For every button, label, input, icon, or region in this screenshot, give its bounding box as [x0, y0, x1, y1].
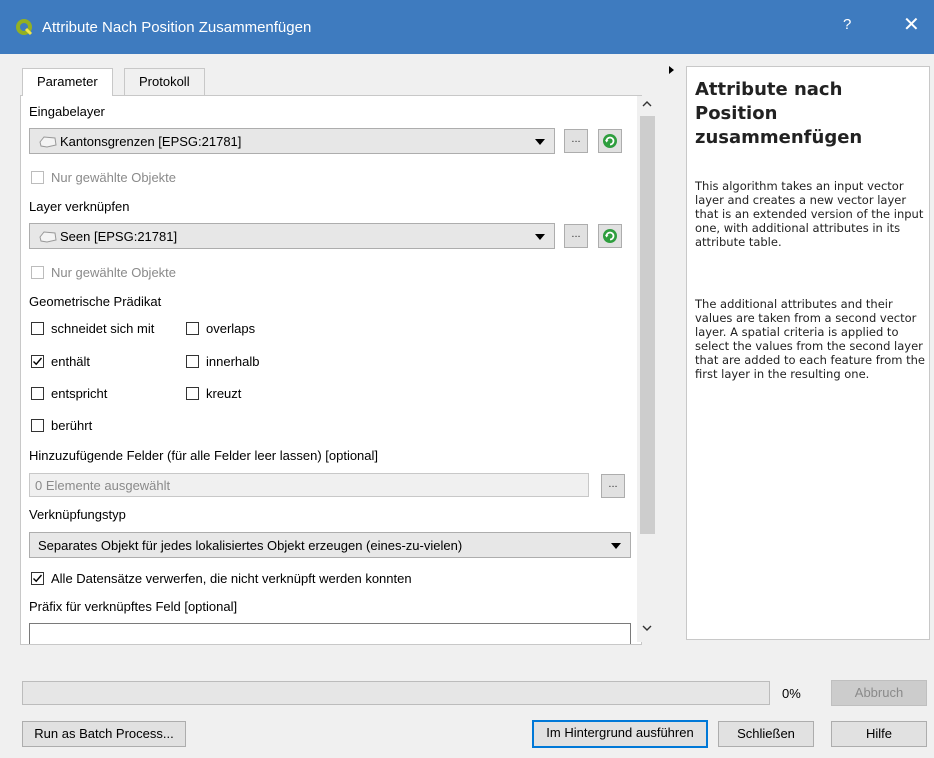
- prefix-label: Präfix für verknüpftes Feld [optional]: [29, 599, 238, 614]
- predicate-overlaps-label: overlaps: [206, 321, 256, 336]
- predicate-equals-checkbox[interactable]: [31, 387, 44, 400]
- join-type-label: Verknüpfungstyp: [29, 507, 126, 522]
- collapse-help-icon[interactable]: [669, 66, 674, 74]
- scroll-down-icon[interactable]: [641, 624, 653, 632]
- help-question-icon[interactable]: ?: [843, 16, 851, 33]
- help-panel: Attribute nach Position zusammenfügen Th…: [686, 66, 930, 640]
- close-icon[interactable]: ✕: [903, 12, 920, 37]
- cancel-button[interactable]: Abbruch: [831, 680, 927, 706]
- progress-bar: [22, 681, 770, 705]
- help-title: Attribute nach Position zusammenfügen: [695, 79, 863, 148]
- predicate-within-checkbox[interactable]: [186, 355, 199, 368]
- input-layer-iterate-button[interactable]: [598, 129, 622, 153]
- predicate-crosses-label: kreuzt: [206, 386, 242, 401]
- chevron-down-icon: [535, 139, 545, 145]
- chevron-down-icon: [535, 234, 545, 240]
- polygon-layer-icon: [39, 231, 57, 243]
- fields-selection-value: 0 Elemente ausgewählt: [35, 478, 171, 493]
- discard-nonmatching-label: Alle Datensätze verwerfen, die nicht ver…: [51, 571, 412, 586]
- scrollbar-thumb[interactable]: [640, 116, 655, 534]
- window-title: Attribute Nach Position Zusammenfügen: [42, 19, 312, 36]
- qgis-logo-icon: [16, 19, 33, 36]
- iterate-icon: [603, 134, 617, 148]
- input-selected-only-label: Nur gewählte Objekte: [51, 170, 177, 185]
- predicate-touches-checkbox[interactable]: [31, 419, 44, 432]
- predicate-contains-label: enthält: [51, 354, 91, 369]
- predicate-within-label: innerhalb: [206, 354, 260, 369]
- prefix-input[interactable]: [29, 623, 631, 644]
- discard-nonmatching-checkbox[interactable]: [31, 572, 44, 585]
- predicate-label: Geometrische Prädikat: [29, 294, 162, 309]
- iterate-icon: [603, 229, 617, 243]
- predicate-touches-label: berührt: [51, 418, 93, 433]
- help-paragraph-1: This algorithm takes an input vector lay…: [695, 179, 924, 249]
- chevron-down-icon: [611, 543, 621, 549]
- input-layer-label: Eingabelayer: [29, 104, 105, 119]
- join-type-value: Separates Objekt für jedes lokalisiertes…: [38, 538, 463, 553]
- input-selected-only-checkbox[interactable]: [31, 171, 44, 184]
- polygon-layer-icon: [39, 136, 57, 148]
- tab-parameter[interactable]: Parameter: [22, 68, 113, 96]
- parameter-panel: Eingabelayer Kantonsgrenzen [EPSG:21781]…: [20, 95, 642, 645]
- join-layer-value: Seen [EPSG:21781]: [60, 229, 178, 244]
- fields-selection-field[interactable]: 0 Elemente ausgewählt: [29, 473, 589, 497]
- predicate-intersects-checkbox[interactable]: [31, 322, 44, 335]
- predicate-equals-label: entspricht: [51, 386, 108, 401]
- predicate-intersects-label: schneidet sich mit: [51, 321, 155, 336]
- join-layer-browse-button[interactable]: ...: [564, 224, 588, 248]
- input-layer-combo[interactable]: Kantonsgrenzen [EPSG:21781]: [29, 128, 555, 154]
- progress-percent: 0%: [782, 686, 801, 701]
- fields-browse-button[interactable]: ...: [601, 474, 625, 498]
- checkmark-icon: [33, 574, 43, 583]
- scroll-up-icon[interactable]: [641, 100, 653, 108]
- join-selected-only-checkbox[interactable]: [31, 266, 44, 279]
- input-layer-value: Kantonsgrenzen [EPSG:21781]: [60, 134, 242, 149]
- run-in-background-button[interactable]: Im Hintergrund ausführen: [532, 720, 708, 748]
- predicate-overlaps-checkbox[interactable]: [186, 322, 199, 335]
- tab-protokoll[interactable]: Protokoll: [124, 68, 205, 95]
- help-paragraph-2: The additional attributes and their valu…: [695, 297, 925, 381]
- close-button[interactable]: Schließen: [718, 721, 814, 747]
- join-layer-combo[interactable]: Seen [EPSG:21781]: [29, 223, 555, 249]
- help-button[interactable]: Hilfe: [831, 721, 927, 747]
- join-layer-iterate-button[interactable]: [598, 224, 622, 248]
- checkmark-icon: [33, 357, 43, 366]
- batch-process-button[interactable]: Run as Batch Process...: [22, 721, 186, 747]
- join-type-combo[interactable]: Separates Objekt für jedes lokalisiertes…: [29, 532, 631, 558]
- input-layer-browse-button[interactable]: ...: [564, 129, 588, 153]
- join-selected-only-label: Nur gewählte Objekte: [51, 265, 177, 280]
- predicate-contains-checkbox[interactable]: [31, 355, 44, 368]
- predicate-crosses-checkbox[interactable]: [186, 387, 199, 400]
- join-layer-label: Layer verknüpfen: [29, 199, 130, 214]
- fields-label: Hinzuzufügende Felder (für alle Felder l…: [29, 448, 379, 463]
